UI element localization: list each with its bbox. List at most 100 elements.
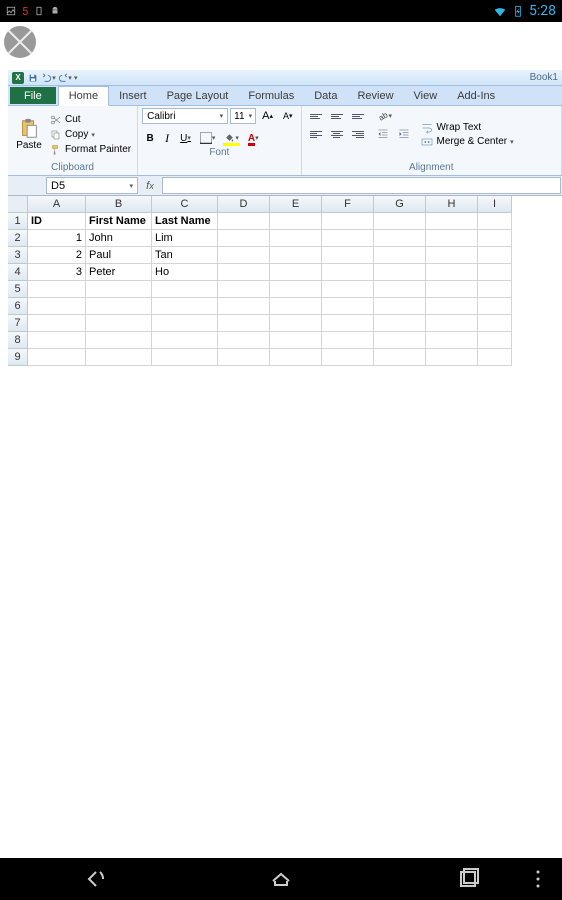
cell[interactable] [270,349,322,366]
col-header[interactable]: E [270,196,322,213]
cell[interactable] [270,315,322,332]
cell[interactable] [374,230,426,247]
cell[interactable] [270,213,322,230]
undo-button[interactable]: ▾ [42,71,56,85]
select-all-corner[interactable] [8,196,28,213]
cell[interactable]: 2 [28,247,86,264]
cell[interactable] [28,315,86,332]
cell[interactable] [374,298,426,315]
col-header[interactable]: I [478,196,512,213]
row-header[interactable]: 1 [8,213,28,230]
cell[interactable] [426,247,478,264]
recents-button[interactable] [454,865,482,893]
tab-page-layout[interactable]: Page Layout [157,86,239,105]
cell[interactable] [426,264,478,281]
italic-button[interactable]: I [159,130,175,146]
decrease-indent-button[interactable] [373,126,393,142]
cell[interactable] [322,230,374,247]
tab-home[interactable]: Home [58,86,109,106]
cell[interactable]: Tan [152,247,218,264]
cell[interactable] [478,264,512,281]
col-header[interactable]: A [28,196,86,213]
cell[interactable] [218,230,270,247]
cell[interactable] [152,332,218,349]
borders-button[interactable]: ▾ [196,130,220,146]
qat-customize[interactable]: ▾ [74,74,78,82]
menu-button[interactable] [524,865,552,893]
merge-center-button[interactable]: Merge & Center ▾ [420,136,514,148]
cell[interactable] [322,281,374,298]
tab-formulas[interactable]: Formulas [238,86,304,105]
fx-icon[interactable]: fx [138,176,162,195]
cell[interactable] [426,213,478,230]
align-center-button[interactable] [327,126,347,142]
cell[interactable] [426,349,478,366]
align-bottom-button[interactable] [348,108,368,124]
cell[interactable] [478,230,512,247]
cell[interactable]: 1 [28,230,86,247]
row-header[interactable]: 2 [8,230,28,247]
cell[interactable] [218,332,270,349]
align-left-button[interactable] [306,126,326,142]
tab-addins[interactable]: Add-Ins [447,86,505,105]
underline-button[interactable]: U ▾ [176,130,195,146]
cell[interactable]: Paul [86,247,152,264]
back-button[interactable] [80,865,108,893]
row-header[interactable]: 3 [8,247,28,264]
cell[interactable] [478,213,512,230]
cell[interactable]: Last Name [152,213,218,230]
cell[interactable] [374,332,426,349]
cell[interactable]: 3 [28,264,86,281]
cell[interactable] [478,298,512,315]
cell[interactable] [86,298,152,315]
cell[interactable] [86,315,152,332]
cell[interactable] [152,281,218,298]
align-right-button[interactable] [348,126,368,142]
cell[interactable] [322,349,374,366]
tab-insert[interactable]: Insert [109,86,157,105]
cell[interactable] [478,247,512,264]
cell[interactable] [270,298,322,315]
redo-button[interactable]: ▾ [58,71,72,85]
cell[interactable] [270,281,322,298]
bold-button[interactable]: B [142,130,158,146]
tab-view[interactable]: View [404,86,448,105]
home-button[interactable] [267,865,295,893]
cell[interactable] [426,281,478,298]
fill-color-button[interactable]: ▾ [220,130,243,146]
cell[interactable] [374,349,426,366]
cell[interactable] [270,247,322,264]
cell[interactable] [426,298,478,315]
row-header[interactable]: 9 [8,349,28,366]
tab-file[interactable]: File [10,87,56,104]
align-top-button[interactable] [306,108,326,124]
cell[interactable] [152,298,218,315]
cell[interactable] [270,332,322,349]
cell[interactable]: First Name [86,213,152,230]
row-header[interactable]: 5 [8,281,28,298]
cell[interactable] [426,230,478,247]
cut-button[interactable]: Cut [48,113,133,127]
cell[interactable] [28,281,86,298]
cell[interactable] [86,281,152,298]
cell[interactable] [374,264,426,281]
row-header[interactable]: 6 [8,298,28,315]
cell[interactable] [270,230,322,247]
paste-button[interactable]: Paste [12,108,46,161]
cell[interactable] [322,264,374,281]
cell[interactable] [28,349,86,366]
cell[interactable] [426,315,478,332]
cell[interactable] [218,298,270,315]
grow-font-button[interactable]: A▴ [258,108,277,124]
cell[interactable] [426,332,478,349]
cell[interactable] [374,315,426,332]
font-color-button[interactable]: A ▾ [244,130,263,146]
cell[interactable]: Lim [152,230,218,247]
cell[interactable] [374,247,426,264]
col-header[interactable]: H [426,196,478,213]
cell[interactable] [218,281,270,298]
cell[interactable] [478,281,512,298]
cell[interactable]: Peter [86,264,152,281]
cell[interactable] [86,332,152,349]
wrap-text-button[interactable]: Wrap Text [420,122,514,134]
